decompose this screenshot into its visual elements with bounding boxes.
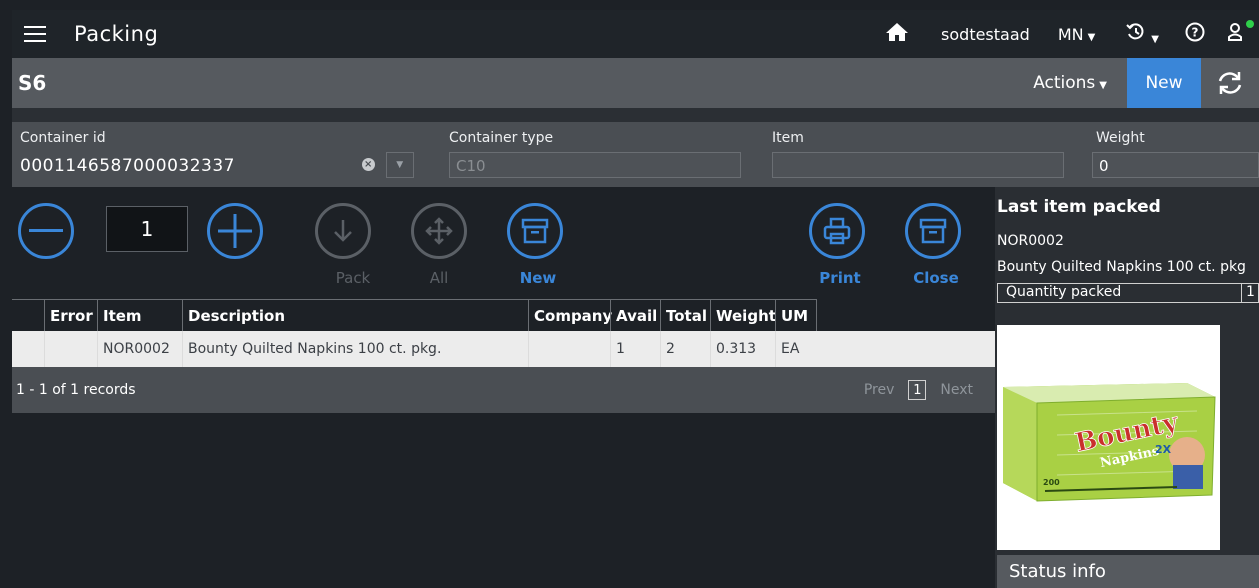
- new-button[interactable]: New: [1127, 58, 1201, 108]
- cell-description: Bounty Quilted Napkins 100 ct. pkg.: [182, 331, 528, 367]
- language-selector[interactable]: MN ▼: [1058, 25, 1095, 44]
- user-icon[interactable]: [1227, 20, 1254, 46]
- cell-avail: 1: [610, 331, 660, 367]
- weight-value: 0: [1099, 157, 1109, 175]
- last-item-code: NOR0002: [997, 233, 1064, 249]
- home-icon[interactable]: [885, 22, 909, 46]
- quantity-packed-row: Quantity packed 1: [997, 283, 1259, 303]
- divider: [12, 108, 1259, 122]
- clear-icon[interactable]: ×: [362, 158, 375, 171]
- quantity-input[interactable]: 1: [106, 206, 188, 252]
- history-icon[interactable]: ▼: [1125, 22, 1159, 47]
- last-item-title: Last item packed: [997, 197, 1161, 217]
- column-header-um[interactable]: UM: [775, 299, 817, 331]
- chevron-down-icon: ▼: [1087, 31, 1096, 43]
- packing-panel: 1 Pack All New Print Close Error Item De…: [12, 187, 995, 588]
- actions-menu[interactable]: Actions ▼: [1033, 73, 1107, 93]
- print-button[interactable]: [809, 203, 865, 259]
- table-header: Error Item Description Company Avail Tot…: [12, 299, 995, 331]
- quantity-value: 1: [140, 217, 154, 241]
- container-form: Container id 0001146587000032337 × ▼ Con…: [12, 122, 1259, 187]
- column-header-item[interactable]: Item: [97, 299, 182, 331]
- decrement-button[interactable]: [18, 203, 74, 259]
- column-header-description[interactable]: Description: [182, 299, 528, 331]
- packed-items-table: Error Item Description Company Avail Tot…: [12, 299, 995, 413]
- container-type-label: Container type: [449, 130, 554, 146]
- svg-text:?: ?: [1192, 26, 1199, 40]
- close-box-icon: [919, 218, 947, 244]
- container-type-value: C10: [456, 157, 486, 175]
- quantity-packed-label: Quantity packed: [998, 284, 1242, 302]
- weight-input[interactable]: 0: [1092, 152, 1259, 178]
- container-id-dropdown[interactable]: ▼: [386, 152, 414, 178]
- column-header-total[interactable]: Total: [660, 299, 710, 331]
- move-all-icon: [425, 217, 453, 245]
- language-label: MN: [1057, 24, 1084, 44]
- print-label: Print: [819, 269, 861, 287]
- username: sodtestaad: [941, 24, 1030, 44]
- all-label: All: [429, 269, 449, 287]
- column-header-weight[interactable]: Weight: [710, 299, 776, 331]
- pack-label: Pack: [335, 269, 371, 287]
- menu-icon[interactable]: [12, 10, 58, 58]
- product-badge-text: 2X: [1155, 443, 1172, 456]
- chevron-down-icon: ▼: [1151, 33, 1159, 45]
- page-title: Packing: [74, 22, 159, 46]
- records-count: 1 - 1 of 1 records: [16, 382, 136, 398]
- print-icon: [823, 217, 851, 245]
- new-box-button[interactable]: [507, 203, 563, 259]
- weight-label: Weight: [1096, 130, 1145, 146]
- pack-button[interactable]: [315, 203, 371, 259]
- minus-icon: [29, 229, 63, 232]
- row-select-cell[interactable]: [12, 331, 44, 367]
- sub-header: S6 Actions ▼ New: [12, 58, 1259, 108]
- column-header-avail[interactable]: Avail: [610, 299, 660, 331]
- close-container-button[interactable]: [905, 203, 961, 259]
- product-package-graphic: Bounty Napkins 2X 200: [997, 325, 1220, 550]
- container-id-label: Container id: [20, 130, 106, 146]
- quantity-packed-value: 1: [1246, 284, 1255, 300]
- plus-icon: [218, 214, 252, 248]
- app-header: Packing sodtestaad MN ▼ ▼ ?: [12, 10, 1259, 58]
- item-label: Item: [772, 130, 804, 146]
- cell-um: EA: [775, 331, 995, 367]
- last-item-panel: Last item packed NOR0002 Bounty Quilted …: [995, 187, 1259, 588]
- column-header-company[interactable]: Company: [528, 299, 612, 331]
- online-status-dot: [1246, 20, 1254, 28]
- cell-error: [44, 331, 97, 367]
- action-toolbar: 1 Pack All New Print Close: [12, 187, 995, 297]
- next-page-button[interactable]: Next: [940, 382, 973, 398]
- status-info-header[interactable]: Status info: [997, 555, 1259, 588]
- prev-page-button[interactable]: Prev: [864, 382, 895, 398]
- box-icon: [521, 218, 549, 244]
- table-footer: 1 - 1 of 1 records Prev 1 Next: [12, 367, 995, 413]
- column-header-select: [12, 299, 44, 331]
- close-label: Close: [913, 269, 959, 287]
- help-icon[interactable]: ?: [1185, 22, 1205, 46]
- table-row[interactable]: NOR0002 Bounty Quilted Napkins 100 ct. p…: [12, 331, 995, 367]
- station-title: S6: [18, 71, 47, 95]
- increment-button[interactable]: [207, 203, 263, 259]
- cell-weight: 0.313: [710, 331, 775, 367]
- pack-arrow-icon: [334, 220, 352, 242]
- column-header-error[interactable]: Error: [44, 299, 97, 331]
- container-id-value: 0001146587000032337: [20, 156, 236, 176]
- chevron-down-icon: ▼: [1099, 80, 1107, 91]
- last-item-description: Bounty Quilted Napkins 100 ct. pkg: [997, 259, 1246, 275]
- cell-total: 2: [660, 331, 710, 367]
- product-image: Bounty Napkins 2X 200: [997, 325, 1220, 550]
- current-page[interactable]: 1: [908, 380, 927, 400]
- pagination: Prev 1 Next: [864, 380, 973, 400]
- refresh-icon[interactable]: [1201, 58, 1259, 108]
- all-button[interactable]: [411, 203, 467, 259]
- cell-company: [528, 331, 610, 367]
- product-count-text: 200: [1043, 478, 1060, 487]
- new-box-label: New: [519, 269, 557, 287]
- container-id-input[interactable]: 0001146587000032337 × ▼: [16, 152, 414, 178]
- container-type-input: C10: [449, 152, 741, 178]
- item-input[interactable]: [772, 152, 1064, 178]
- actions-label: Actions: [1033, 73, 1096, 93]
- cell-item: NOR0002: [97, 331, 182, 367]
